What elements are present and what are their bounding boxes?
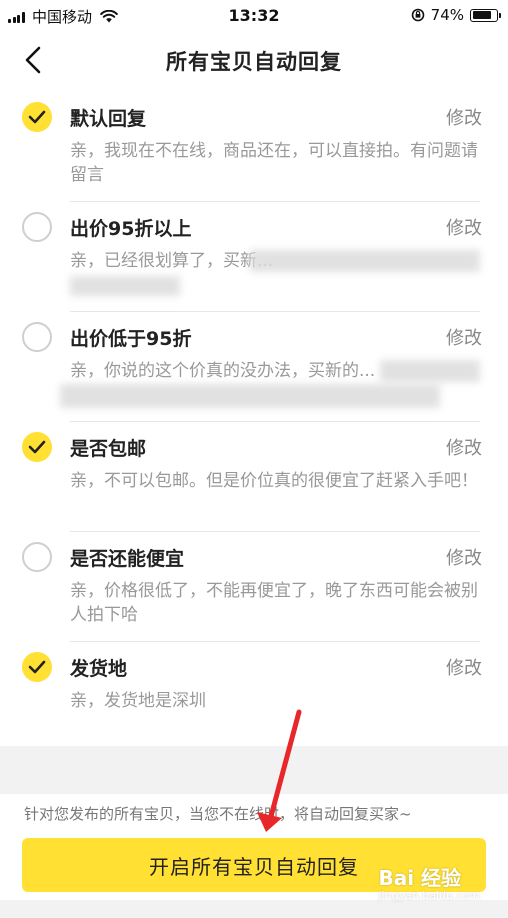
- reply-title: 是否还能便宜: [70, 548, 185, 570]
- edit-link[interactable]: 修改: [446, 654, 482, 680]
- reply-item-cheaper[interactable]: 是否还能便宜 修改 亲，价格很低了，不能再便宜了，晚了东西可能会被别人拍下哈: [0, 532, 508, 642]
- bottom-spacer: [0, 900, 508, 918]
- watermark-subtext: jingyan.baidu.com: [378, 889, 480, 902]
- footer-note: 针对您发布的所有宝贝，当您不在线时，将自动回复买家~: [24, 805, 412, 823]
- check-icon: [28, 660, 46, 674]
- watermark-text: Bai 经验: [378, 866, 462, 890]
- reply-title: 出价低于95折: [70, 328, 192, 350]
- reply-text: 亲，不可以包邮。但是价位真的很便宜了赶紧入手吧！: [70, 471, 478, 491]
- edit-link[interactable]: 修改: [446, 214, 482, 240]
- redaction-blur: [380, 360, 480, 382]
- checkbox-unchecked[interactable]: [22, 322, 52, 352]
- edit-link[interactable]: 修改: [446, 544, 482, 570]
- redaction-blur: [60, 384, 440, 408]
- checkbox-checked[interactable]: [22, 432, 52, 462]
- page-title: 所有宝贝自动回复: [166, 50, 342, 74]
- edit-link[interactable]: 修改: [446, 434, 482, 460]
- reply-title: 出价95折以上: [70, 218, 192, 240]
- reply-item-above-95[interactable]: 出价95折以上 修改 亲，已经很划算了，买新...: [0, 202, 508, 312]
- reply-text: 亲，我现在不在线，商品还在，可以直接拍。有问题请留言: [70, 141, 478, 185]
- reply-title: 是否包邮: [70, 438, 147, 460]
- reply-title: 发货地: [70, 658, 128, 680]
- reply-list: 默认回复 修改 亲，我现在不在线，商品还在，可以直接拍。有问题请留言 出价95折…: [0, 92, 508, 732]
- status-bar: 中国移动 13:32 74%: [0, 0, 508, 32]
- checkbox-checked[interactable]: [22, 102, 52, 132]
- reply-text: 亲，发货地是深圳: [70, 691, 206, 711]
- checkbox-unchecked[interactable]: [22, 212, 52, 242]
- reply-item-free-shipping[interactable]: 是否包邮 修改 亲，不可以包邮。但是价位真的很便宜了赶紧入手吧！: [0, 422, 508, 532]
- reply-item-below-95[interactable]: 出价低于95折 修改 亲，你说的这个价真的没办法，买新的...: [0, 312, 508, 422]
- check-icon: [28, 440, 46, 454]
- rotation-lock-icon: [411, 8, 424, 22]
- edit-link[interactable]: 修改: [446, 324, 482, 350]
- reply-item-ship-from[interactable]: 发货地 修改 亲，发货地是深圳: [0, 642, 508, 732]
- checkbox-unchecked[interactable]: [22, 542, 52, 572]
- redaction-blur: [250, 250, 480, 272]
- checkbox-checked[interactable]: [22, 652, 52, 682]
- redaction-blur: [70, 276, 180, 296]
- reply-text: 亲，价格很低了，不能再便宜了，晚了东西可能会被别人拍下哈: [70, 581, 478, 625]
- nav-bar: 所有宝贝自动回复: [0, 32, 508, 88]
- battery-icon: [470, 8, 501, 22]
- baidu-watermark: Bai 经验 jingyan.baidu.com: [378, 862, 480, 902]
- battery-percent: 74%: [430, 6, 464, 24]
- section-spacer: [0, 746, 508, 794]
- check-icon: [28, 110, 46, 124]
- reply-item-default[interactable]: 默认回复 修改 亲，我现在不在线，商品还在，可以直接拍。有问题请留言: [0, 92, 508, 202]
- edit-link[interactable]: 修改: [446, 104, 482, 130]
- reply-title: 默认回复: [70, 108, 147, 130]
